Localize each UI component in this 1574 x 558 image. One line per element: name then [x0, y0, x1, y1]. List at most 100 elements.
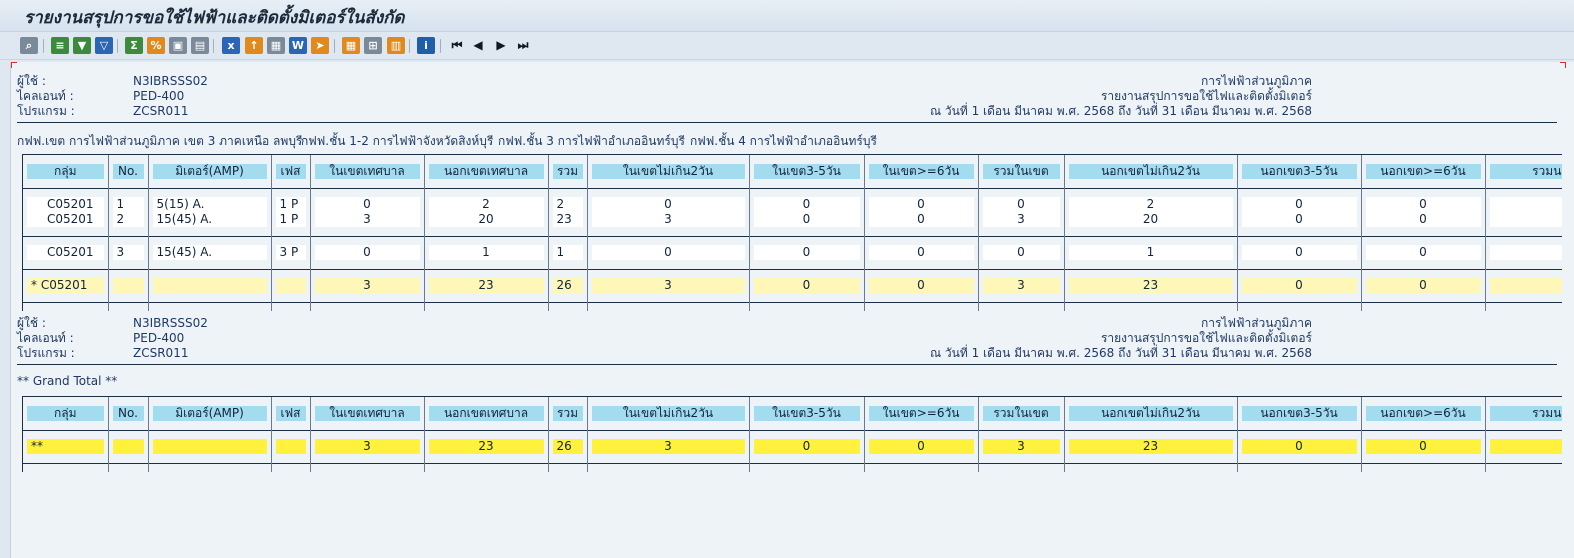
upload-icon[interactable]: ↑ — [245, 37, 263, 54]
cell-out-municipality[interactable]: 23 — [424, 439, 549, 454]
cell-total[interactable]: 2 — [548, 197, 588, 212]
cell-group[interactable]: กลุ่ม — [23, 406, 109, 421]
cell-out-ge6days[interactable]: นอกเขต>=6วัน — [1361, 406, 1486, 421]
cell-total[interactable]: รวม — [548, 406, 588, 421]
cell-in-municipality[interactable]: 3 — [310, 278, 425, 293]
info-icon[interactable]: i — [417, 37, 435, 54]
header-row[interactable]: กลุ่ม No. มิเตอร์(AMP) เฟส ในเขตเทศบาล นอกเขต… — [23, 164, 1562, 179]
cell-in-municipality[interactable]: 0 — [310, 245, 425, 260]
cell-in-3to5days[interactable]: 0 — [749, 197, 865, 212]
cell-no[interactable]: 2 — [108, 212, 149, 227]
cell-no[interactable]: No. — [108, 406, 149, 421]
filter-icon[interactable]: ▼ — [73, 37, 91, 54]
cell-meter-amp[interactable] — [148, 278, 272, 293]
cell-out-3to5days[interactable]: 0 — [1237, 278, 1362, 293]
cell-out-3to5days[interactable]: 0 — [1237, 245, 1362, 260]
subtotal-icon[interactable]: % — [147, 37, 165, 54]
cell-in-total[interactable]: 3 — [978, 439, 1065, 454]
cell-out-municipality[interactable]: 1 — [424, 245, 549, 260]
cell-out-total[interactable] — [1485, 197, 1562, 212]
table-row[interactable]: C05201 2 15(45) A. 1 P 3 20 23 3 0 0 3 20 0 0 — [23, 212, 1562, 227]
first-page-icon[interactable]: ⏮ — [448, 37, 466, 54]
cell-in-le2days[interactable]: 3 — [587, 212, 750, 227]
cell-in-ge6days[interactable]: ในเขต>=6วัน — [864, 164, 979, 179]
cell-out-3to5days[interactable]: 0 — [1237, 212, 1362, 227]
calc-icon[interactable]: ▥ — [387, 37, 405, 54]
cell-out-ge6days[interactable]: 0 — [1361, 245, 1486, 260]
cell-out-total[interactable] — [1485, 278, 1562, 293]
cell-group[interactable]: * C05201 — [23, 278, 109, 293]
cell-out-3to5days[interactable]: 0 — [1237, 197, 1362, 212]
cell-no[interactable]: 1 — [108, 197, 149, 212]
cell-out-3to5days[interactable]: นอกเขต3-5วัน — [1237, 164, 1362, 179]
cell-out-total[interactable]: รวมนอก — [1485, 406, 1562, 421]
cell-in-le2days[interactable]: 0 — [587, 245, 750, 260]
cell-group[interactable]: C05201 — [23, 212, 109, 227]
cell-out-ge6days[interactable]: 0 — [1361, 439, 1486, 454]
cell-out-total[interactable] — [1485, 212, 1562, 227]
cell-in-municipality[interactable]: ในเขตเทศบาล — [310, 164, 425, 179]
cell-meter-amp[interactable]: 15(45) A. — [148, 212, 272, 227]
cell-out-le2days[interactable]: 23 — [1064, 439, 1238, 454]
print-icon[interactable]: ≡ — [51, 37, 69, 54]
grid-icon[interactable]: ▦ — [342, 37, 360, 54]
excel-export-icon[interactable]: x — [222, 37, 240, 54]
cell-in-le2days[interactable]: ในเขตไม่เกิน2วัน — [587, 406, 750, 421]
table-row[interactable]: C05201 1 5(15) A. 1 P0220000200 — [23, 197, 1562, 212]
cell-no[interactable]: No. — [108, 164, 149, 179]
file-save-icon[interactable]: ▦ — [267, 37, 285, 54]
cell-group[interactable]: C05201 — [23, 245, 109, 260]
cell-no[interactable] — [108, 278, 149, 293]
cell-total[interactable]: 23 — [548, 212, 588, 227]
cell-in-3to5days[interactable]: 0 — [749, 212, 865, 227]
cell-in-le2days[interactable]: 3 — [587, 439, 750, 454]
cell-total[interactable]: 26 — [548, 439, 588, 454]
cell-in-municipality[interactable]: 3 — [310, 439, 425, 454]
cell-out-ge6days[interactable]: นอกเขต>=6วัน — [1361, 164, 1486, 179]
cell-in-le2days[interactable]: 3 — [587, 278, 750, 293]
cell-meter-amp[interactable]: มิเตอร์(AMP) — [148, 164, 272, 179]
cell-phase[interactable] — [271, 439, 311, 454]
cell-in-ge6days[interactable]: 0 — [864, 212, 979, 227]
cell-in-total[interactable]: รวมในเขต — [978, 164, 1065, 179]
cell-in-ge6days[interactable]: ในเขต>=6วัน — [864, 406, 979, 421]
cell-group[interactable]: ** — [23, 439, 109, 454]
cell-out-3to5days[interactable]: 0 — [1237, 439, 1362, 454]
cell-phase[interactable]: เฟส — [271, 164, 311, 179]
cell-meter-amp[interactable] — [148, 439, 272, 454]
sum-icon[interactable]: Σ — [125, 37, 143, 54]
cell-in-total[interactable]: 0 — [978, 197, 1065, 212]
grand-total-row[interactable]: ** 3 23 26 3 0 0 3 23 0 0 — [23, 439, 1562, 454]
cell-phase[interactable]: 3 P — [271, 245, 311, 260]
cell-in-ge6days[interactable]: 0 — [864, 278, 979, 293]
cell-out-ge6days[interactable]: 0 — [1361, 278, 1486, 293]
cell-phase[interactable] — [271, 278, 311, 293]
cell-in-ge6days[interactable]: 0 — [864, 245, 979, 260]
word-icon[interactable]: W — [289, 37, 307, 54]
cell-out-municipality[interactable]: 20 — [424, 212, 549, 227]
cell-in-total[interactable]: 3 — [978, 212, 1065, 227]
cell-in-total[interactable]: 0 — [978, 245, 1065, 260]
cell-in-le2days[interactable]: 0 — [587, 197, 750, 212]
send-icon[interactable]: ➤ — [311, 37, 329, 54]
cell-out-ge6days[interactable]: 0 — [1361, 197, 1486, 212]
cell-out-municipality[interactable]: นอกเขตเทศบาล — [424, 164, 549, 179]
cell-group[interactable]: C05201 — [23, 197, 109, 212]
cell-total[interactable]: 26 — [548, 278, 588, 293]
cell-out-municipality[interactable]: 23 — [424, 278, 549, 293]
cell-in-le2days[interactable]: ในเขตไม่เกิน2วัน — [587, 164, 750, 179]
cell-in-3to5days[interactable]: ในเขต3-5วัน — [749, 406, 865, 421]
header-row[interactable]: กลุ่ม No. มิเตอร์(AMP) เฟส ในเขตเทศบาล นอกเขต… — [23, 406, 1562, 421]
cell-in-total[interactable]: รวมในเขต — [978, 406, 1065, 421]
cell-in-3to5days[interactable]: 0 — [749, 439, 865, 454]
cell-phase[interactable]: 1 P — [271, 197, 311, 212]
last-page-icon[interactable]: ⏭ — [514, 37, 532, 54]
cell-in-3to5days[interactable]: ในเขต3-5วัน — [749, 164, 865, 179]
cell-no[interactable] — [108, 439, 149, 454]
cell-out-le2days[interactable]: 1 — [1064, 245, 1238, 260]
cell-in-municipality[interactable]: 0 — [310, 197, 425, 212]
subtotal-row[interactable]: * C05201 3 23 26 3 0 0 3 23 0 0 — [23, 278, 1562, 293]
cell-in-3to5days[interactable]: 0 — [749, 245, 865, 260]
cell-out-total[interactable]: รวมนอก — [1485, 164, 1562, 179]
cell-in-municipality[interactable]: ในเขตเทศบาล — [310, 406, 425, 421]
